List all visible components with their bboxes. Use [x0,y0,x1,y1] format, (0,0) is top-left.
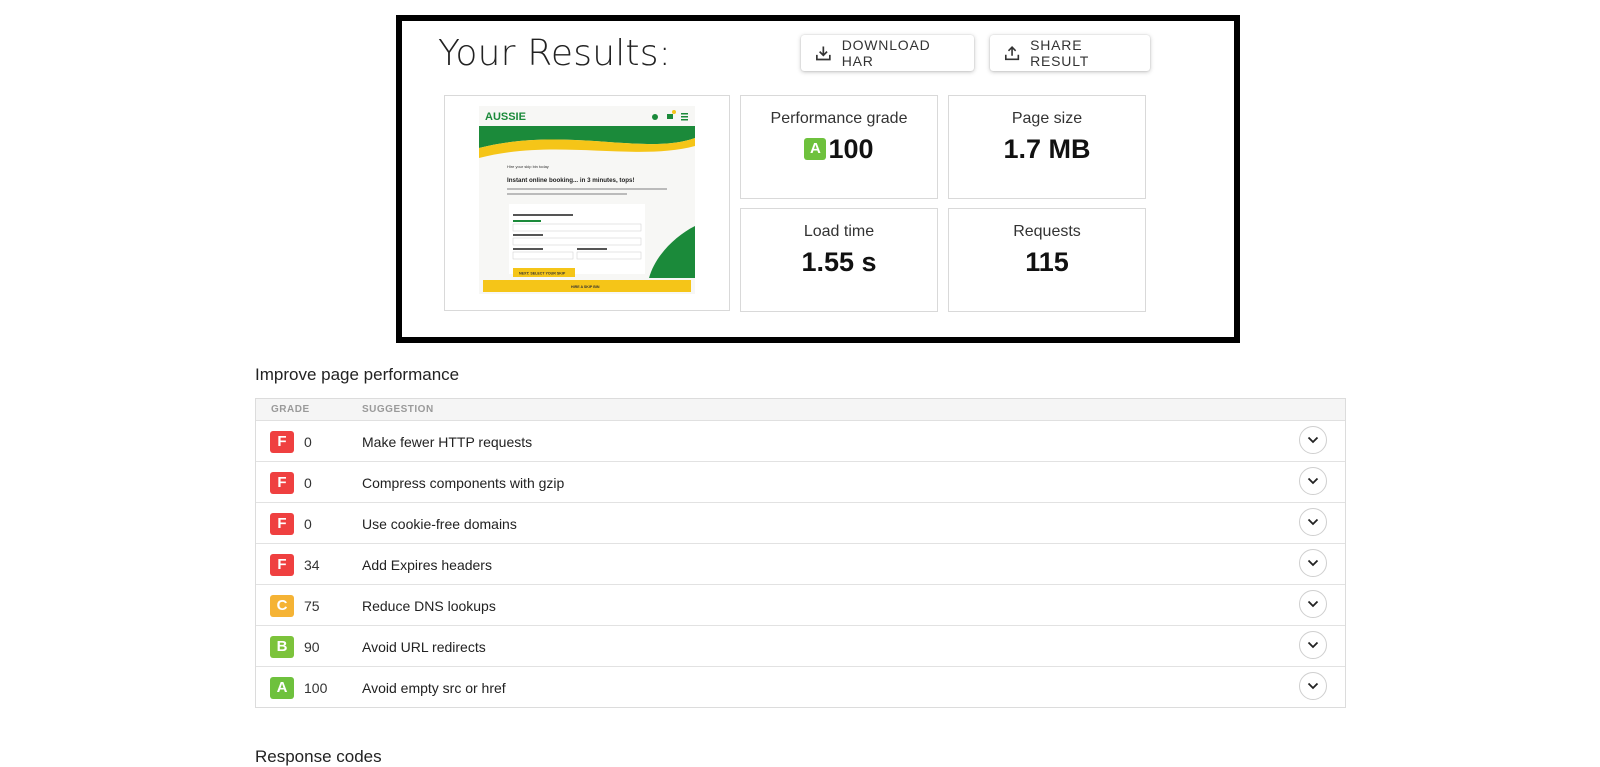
grade-score: 90 [304,639,320,655]
suggestion-text: Avoid URL redirects [362,639,486,655]
grade-column-header: GRADE [271,404,310,415]
expand-button[interactable] [1299,549,1327,577]
load-time-value: 1.55 s [801,247,877,277]
chevron-down-icon [1307,518,1319,526]
grade-score: 100 [304,680,328,696]
screenshot-heading: Instant online booking... in 3 minutes, … [507,177,635,184]
screenshot-hire-button: HIRE A SKIP BIN [571,285,600,289]
load-time-card: Load time 1.55 s [740,208,938,312]
performance-grade-badge: A [804,137,827,160]
table-header: GRADE SUGGESTION [256,399,1345,421]
grade-badge: A [270,677,294,699]
expand-button[interactable] [1299,590,1327,618]
svg-text:Hire your skip bin today: Hire your skip bin today [507,164,549,169]
performance-grade-card: Performance grade A 100 [740,95,938,199]
performance-grade-value: 100 [828,134,874,164]
expand-button[interactable] [1299,672,1327,700]
share-result-button[interactable]: SHARE RESULT [990,35,1150,71]
expand-button[interactable] [1299,631,1327,659]
page-size-label: Page size [1011,110,1083,127]
page-screenshot-image: AUSSIE Hire your skip bin today Instant … [479,106,695,294]
chevron-down-icon [1307,682,1319,690]
expand-button[interactable] [1299,467,1327,495]
grade-score: 0 [304,434,312,450]
chevron-down-icon [1307,641,1319,649]
page-screenshot: AUSSIE Hire your skip bin today Instant … [444,95,730,311]
table-row[interactable]: C 75 Reduce DNS lookups [256,585,1345,626]
load-time-label: Load time [803,223,875,240]
grade-badge: F [270,554,294,576]
suggestion-text: Avoid empty src or href [362,680,506,696]
page-size-card: Page size 1.7 MB [948,95,1146,199]
table-row[interactable]: F 0 Make fewer HTTP requests [256,421,1345,462]
chevron-down-icon [1307,559,1319,567]
suggestion-text: Add Expires headers [362,557,492,573]
page-size-value: 1.7 MB [1003,134,1091,164]
grade-score: 34 [304,557,320,573]
table-row[interactable]: B 90 Avoid URL redirects [256,626,1345,667]
response-codes-title: Response codes [255,747,382,766]
results-title: Your Results: [438,33,672,74]
suggestion-text: Make fewer HTTP requests [362,434,533,450]
chevron-down-icon [1307,600,1319,608]
requests-card: Requests 115 [948,208,1146,312]
suggestions-table: GRADE SUGGESTION F 0 Make fewer HTTP req… [255,398,1346,708]
requests-value: 115 [1025,247,1069,277]
download-har-button[interactable]: DOWNLOAD HAR [801,35,974,71]
grade-badge: C [270,595,294,617]
screenshot-next-button: NEXT: SELECT YOUR SKIP [519,272,566,276]
improve-section-title: Improve page performance [255,365,460,384]
performance-grade-label: Performance grade [770,110,908,127]
grade-badge: F [270,431,294,453]
screenshot-logo: AUSSIE [485,111,526,123]
grade-score: 0 [304,516,312,532]
chevron-down-icon [1307,477,1319,485]
grade-score: 75 [304,598,320,614]
expand-button[interactable] [1299,508,1327,536]
suggestion-text: Compress components with gzip [362,475,565,491]
download-icon [816,46,831,61]
table-row[interactable]: F 34 Add Expires headers [256,544,1345,585]
results-panel: Your Results: DOWNLOAD HAR SHARE RESULT … [396,15,1240,343]
table-row[interactable]: A 100 Avoid empty src or href [256,667,1345,707]
suggestion-text: Use cookie-free domains [362,516,517,532]
expand-button[interactable] [1299,426,1327,454]
grade-badge: B [270,636,294,658]
table-row[interactable]: F 0 Compress components with gzip [256,462,1345,503]
grade-badge: F [270,513,294,535]
table-row[interactable]: F 0 Use cookie-free domains [256,503,1345,544]
chevron-down-icon [1307,436,1319,444]
share-icon [1004,46,1020,61]
grade-badge: F [270,472,294,494]
share-result-label: SHARE RESULT [1030,37,1090,69]
performance-grade-value-row: A 100 [741,134,937,165]
suggestion-text: Reduce DNS lookups [362,598,496,614]
suggestion-column-header: SUGGESTION [362,404,434,415]
download-har-label: DOWNLOAD HAR [841,37,931,69]
grade-score: 0 [304,475,312,491]
requests-label: Requests [1013,223,1081,240]
